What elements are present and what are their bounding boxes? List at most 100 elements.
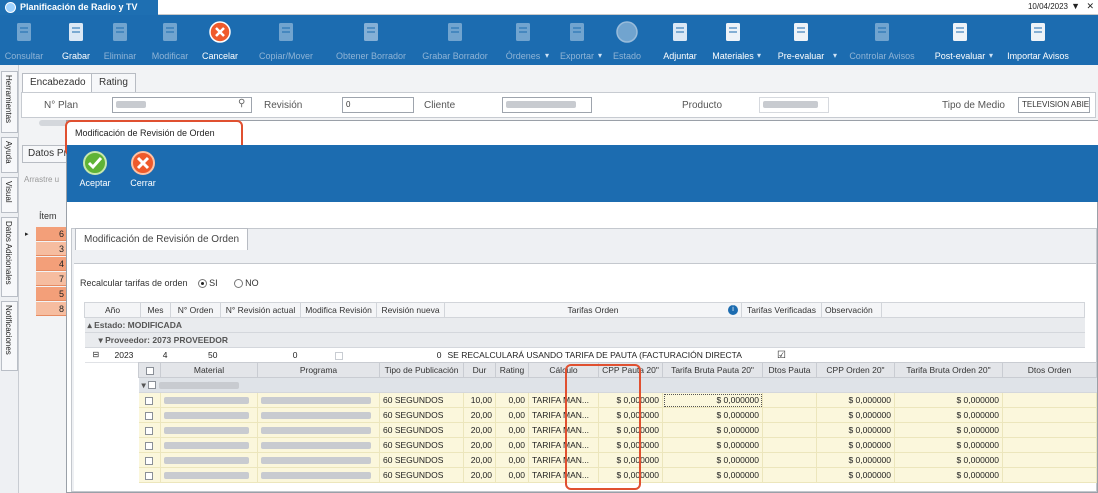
cell-tarifa-bruta-orden[interactable]: $ 0,000000 xyxy=(894,467,1003,483)
sidebar-tab-visual[interactable]: Visual xyxy=(1,177,18,213)
cell-dtos-orden[interactable] xyxy=(1002,422,1097,438)
cell-cpp-orden[interactable]: $ 0,000000 xyxy=(816,467,895,483)
ordenes-button[interactable]: Órdenes xyxy=(497,15,549,65)
cell-dtos-orden[interactable] xyxy=(1002,452,1097,468)
cell-tarifa-bruta-pauta[interactable]: $ 0,000000 xyxy=(662,467,763,483)
item-row[interactable]: 7 xyxy=(36,272,66,286)
tipo-medio-input[interactable]: TELEVISION ABIE xyxy=(1018,97,1090,113)
plan-input[interactable] xyxy=(112,97,252,113)
col-tarifas-orden[interactable]: Tarifas Orden i xyxy=(444,302,742,318)
consultar-button[interactable]: Consultar xyxy=(0,15,48,65)
sidebar-tab-notificaciones[interactable]: Notificaciones xyxy=(1,301,18,371)
col-orden[interactable]: N° Orden xyxy=(170,302,221,318)
cell-dtos-pauta[interactable] xyxy=(762,437,817,453)
cell-tarifa-bruta-orden[interactable]: $ 0,000000 xyxy=(894,392,1003,408)
cell-tarifa-bruta-orden[interactable]: $ 0,000000 xyxy=(894,452,1003,468)
cell-tarifa-bruta-orden[interactable]: $ 0,000000 xyxy=(894,437,1003,453)
producto-input[interactable] xyxy=(759,97,829,113)
cell-tarifa-bruta-pauta[interactable]: $ 0,000000 xyxy=(662,452,763,468)
copiar-mover-button[interactable]: Copiar/Mover xyxy=(246,15,326,65)
row-select[interactable] xyxy=(138,422,161,438)
col-dtos-orden[interactable]: Dtos Orden xyxy=(1002,362,1097,378)
radio-si[interactable]: SI xyxy=(198,278,218,289)
tab-rating[interactable]: Rating xyxy=(91,73,136,93)
search-icon[interactable]: ⚲ xyxy=(238,98,245,109)
row-checkbox[interactable] xyxy=(145,396,154,405)
row-select[interactable] xyxy=(138,407,161,423)
item-row[interactable]: 8 xyxy=(36,302,66,316)
row-select[interactable] xyxy=(138,452,161,468)
cell-rev-nueva[interactable]: 0 xyxy=(376,347,445,363)
info-icon[interactable]: i xyxy=(728,305,738,315)
group-estado[interactable]: ▴ Estado: MODIFICADA xyxy=(84,317,1085,333)
materiales-button[interactable]: Materiales xyxy=(705,15,761,65)
col-tarifa-bruta-orden[interactable]: Tarifa Bruta Orden 20" xyxy=(894,362,1003,378)
cell-cpp-orden[interactable]: $ 0,000000 xyxy=(816,452,895,468)
cell-tarifa-bruta-pauta[interactable]: $ 0,000000 xyxy=(662,407,763,423)
col-tarifas-verificadas[interactable]: Tarifas Verificadas xyxy=(741,302,822,318)
revision-input[interactable]: 0 xyxy=(342,97,414,113)
tab-datos[interactable]: Datos Pr xyxy=(22,145,70,163)
cancelar-button[interactable]: Cancelar xyxy=(198,15,242,65)
item-row[interactable]: 4 xyxy=(36,257,66,271)
row-select[interactable] xyxy=(138,392,161,408)
exportar-button[interactable]: Exportar xyxy=(552,15,602,65)
importar-avisos-button[interactable]: Importar Avisos xyxy=(998,15,1078,65)
select-all-checkbox[interactable] xyxy=(145,366,154,375)
row-select[interactable] xyxy=(138,437,161,453)
obtener-borrador-button[interactable]: Obtener Borrador xyxy=(328,15,414,65)
group-checkbox[interactable] xyxy=(148,381,157,390)
adjuntar-button[interactable]: Adjuntar xyxy=(656,15,704,65)
sidebar-tab-herramientas[interactable]: Herramientas xyxy=(1,71,18,133)
accept-button[interactable]: Aceptar xyxy=(77,151,113,188)
cell-dtos-pauta[interactable] xyxy=(762,407,817,423)
col-revision-actual[interactable]: N° Revisión actual xyxy=(220,302,301,318)
cell-dtos-pauta[interactable] xyxy=(762,392,817,408)
row-select[interactable] xyxy=(138,467,161,483)
col-revision-nueva[interactable]: Revisión nueva xyxy=(376,302,445,318)
cell-cpp-orden[interactable]: $ 0,000000 xyxy=(816,422,895,438)
row-checkbox[interactable] xyxy=(145,456,154,465)
cell-cpp-orden[interactable]: $ 0,000000 xyxy=(816,407,895,423)
cell-dtos-pauta[interactable] xyxy=(762,422,817,438)
cell-dtos-orden[interactable] xyxy=(1002,407,1097,423)
tab-modificacion-revision[interactable]: Modificación de Revisión de Orden xyxy=(75,228,249,250)
modifica-checkbox[interactable] xyxy=(334,351,343,360)
materiales-dropdown-icon[interactable]: ▾ xyxy=(757,51,761,60)
col-rating[interactable]: Rating xyxy=(495,362,529,378)
estado-button[interactable]: Estado xyxy=(604,15,650,65)
cliente-input[interactable] xyxy=(502,97,592,113)
col-dtos-pauta[interactable]: Dtos Pauta xyxy=(762,362,817,378)
verificadas-checkbox-icon[interactable]: ☑ xyxy=(741,347,822,363)
window-tab[interactable]: Planificación de Radio y TV xyxy=(0,0,158,15)
col-material[interactable]: Material xyxy=(160,362,258,378)
sidebar-tab-ayuda[interactable]: Ayuda xyxy=(1,137,18,173)
item-row[interactable]: 5 xyxy=(36,287,66,301)
tab-encabezado[interactable]: Encabezado xyxy=(22,73,94,93)
cell-tarifa-bruta-orden[interactable]: $ 0,000000 xyxy=(894,422,1003,438)
cell-dtos-orden[interactable] xyxy=(1002,392,1097,408)
controlar-avisos-button[interactable]: Controlar Avisos xyxy=(842,15,922,65)
col-programa[interactable]: Programa xyxy=(257,362,380,378)
collapse-icon[interactable]: ▾ xyxy=(142,380,149,390)
cell-tarifa-bruta-pauta[interactable]: $ 0,000000 xyxy=(662,392,763,408)
col-modifica-revision[interactable]: Modifica Revisión xyxy=(300,302,377,318)
col-tipo-publicacion[interactable]: Tipo de Publicación xyxy=(379,362,464,378)
dropdown-arrow-icon[interactable]: ▼ xyxy=(1071,1,1080,11)
row-checkbox[interactable] xyxy=(145,411,154,420)
col-mes[interactable]: Mes xyxy=(140,302,171,318)
grabar-borrador-button[interactable]: Grabar Borrador xyxy=(415,15,495,65)
grabar-button[interactable]: Grabar xyxy=(58,15,94,65)
cell-tarifa-bruta-pauta[interactable]: $ 0,000000 xyxy=(662,422,763,438)
row-checkbox[interactable] xyxy=(145,471,154,480)
ordenes-dropdown-icon[interactable]: ▾ xyxy=(545,51,549,60)
post-evaluar-button[interactable]: Post-evaluar xyxy=(927,15,993,65)
exportar-dropdown-icon[interactable]: ▾ xyxy=(598,51,602,60)
col-anio[interactable]: Año xyxy=(84,302,141,318)
sidebar-tab-datos-adicionales[interactable]: Datos Adicionales xyxy=(1,217,18,297)
pre-evaluar-dropdown-icon[interactable]: ▾ xyxy=(833,51,837,60)
modificar-button[interactable]: Modificar xyxy=(145,15,195,65)
row-checkbox[interactable] xyxy=(145,426,154,435)
radio-no[interactable]: NO xyxy=(234,278,259,289)
cell-cpp-orden[interactable]: $ 0,000000 xyxy=(816,437,895,453)
